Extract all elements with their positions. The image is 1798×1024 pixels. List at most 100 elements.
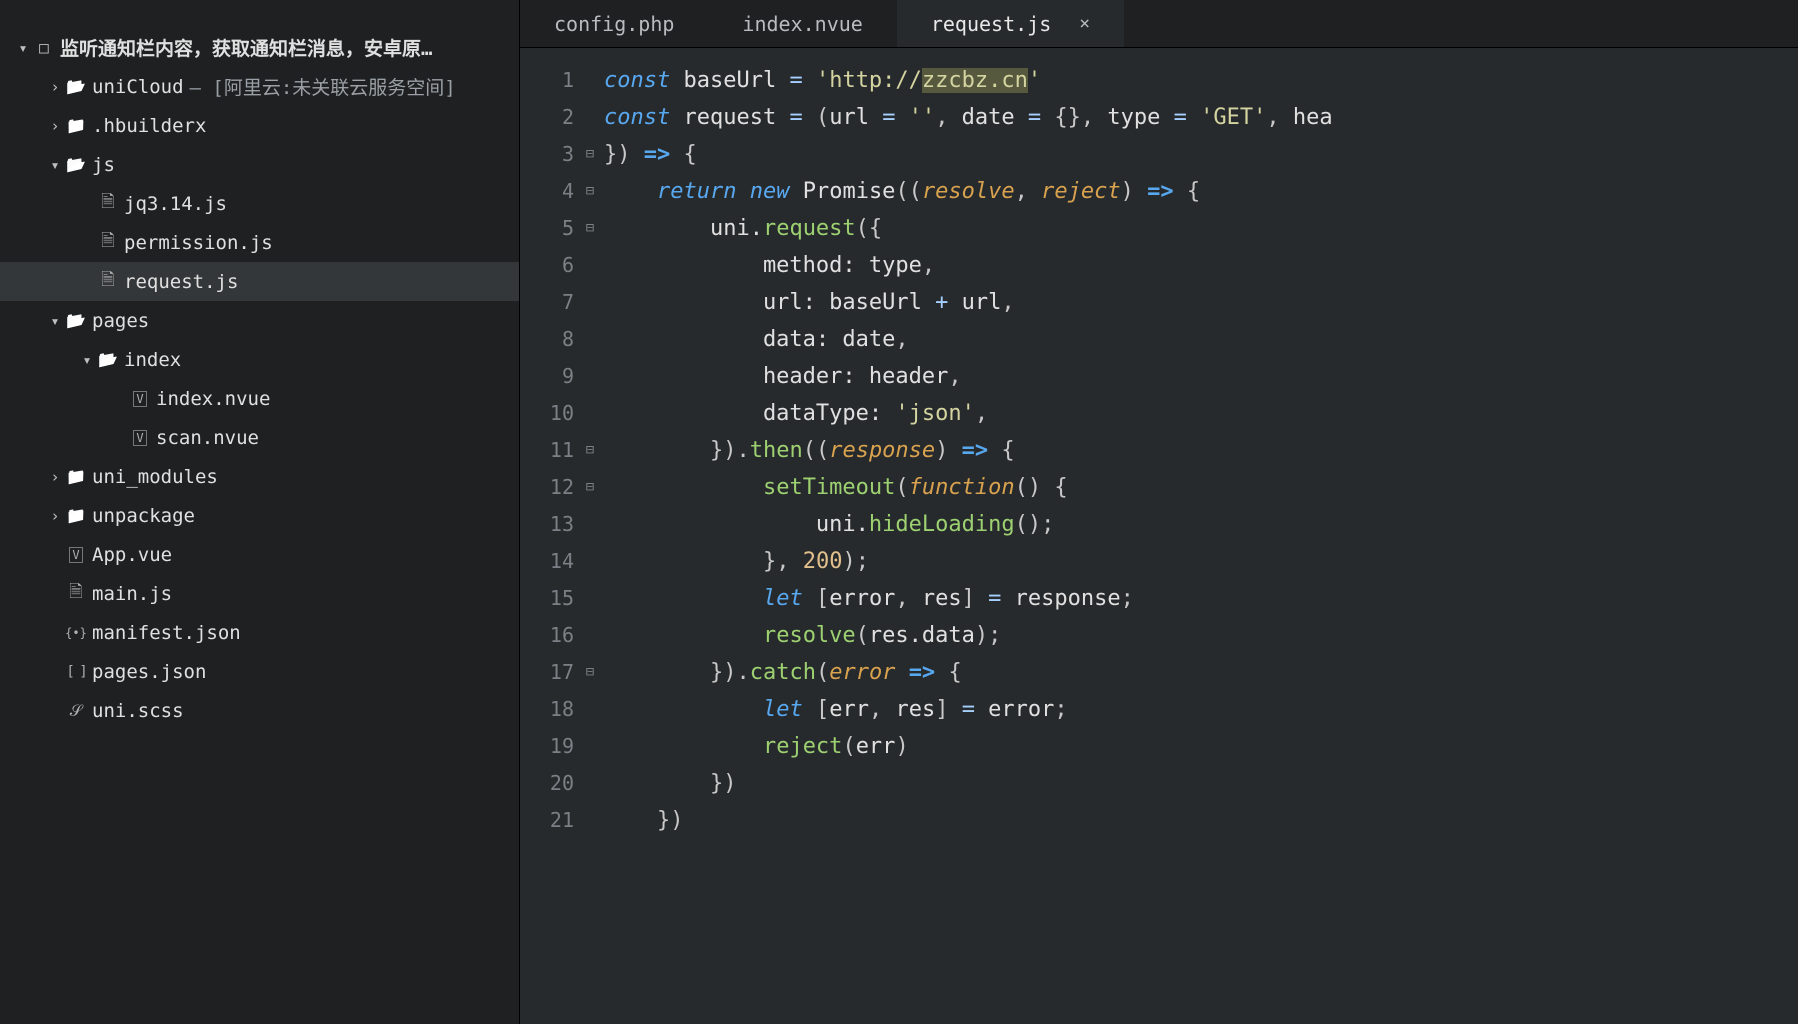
token-plain: type [1094, 105, 1173, 130]
project-root-row[interactable]: ▾ 监听通知栏内容，获取通知栏消息，安卓原… [0, 28, 519, 67]
token-plain: error [829, 586, 895, 611]
token-plain [789, 549, 802, 574]
token-punct: ; [1054, 697, 1067, 722]
close-icon[interactable]: × [1079, 13, 1090, 34]
token-method: request [763, 216, 856, 241]
code-line[interactable]: let [error, res] = response; [604, 580, 1798, 617]
tree-item-unicloud[interactable]: ›uniCloud– [阿里云:未关联云服务空间] [0, 67, 519, 106]
code-line[interactable]: setTimeout(function() { [604, 469, 1798, 506]
fold-marker[interactable]: ⊟ [580, 210, 600, 247]
token-punct: ( [842, 734, 855, 759]
token-plain: data: date [604, 327, 895, 352]
code-line[interactable]: return new Promise((resolve, reject) => … [604, 173, 1798, 210]
tree-item-manifest-json[interactable]: manifest.json [0, 613, 519, 652]
file-tree-sidebar[interactable]: ▾ 监听通知栏内容，获取通知栏消息，安卓原… ›uniCloud– [阿里云:未… [0, 0, 520, 1024]
tab-request-js[interactable]: request.js× [897, 0, 1124, 47]
code-line[interactable]: resolve(res.data); [604, 617, 1798, 654]
fold-marker [580, 617, 600, 654]
code-line[interactable]: const request = (url = '', date = {}, ty… [604, 99, 1798, 136]
app-root: ▾ 监听通知栏内容，获取通知栏消息，安卓原… ›uniCloud– [阿里云:未… [0, 0, 1798, 1024]
tree-item-label: uniCloud [92, 76, 184, 98]
token-punct: (); [1015, 512, 1055, 537]
tree-item-permission-js[interactable]: permission.js [0, 223, 519, 262]
tree-item-pages[interactable]: ▾pages [0, 301, 519, 340]
code-line[interactable]: data: date, [604, 321, 1798, 358]
code-line[interactable]: reject(err) [604, 728, 1798, 765]
line-number: 2 [520, 99, 580, 136]
tree-item-js[interactable]: ▾js [0, 145, 519, 184]
fold-marker[interactable]: ⊟ [580, 173, 600, 210]
folder-icon [62, 506, 90, 525]
tree-item-uni_modules[interactable]: ›uni_modules [0, 457, 519, 496]
code-line[interactable]: uni.hideLoading(); [604, 506, 1798, 543]
code-line[interactable]: method: type, [604, 247, 1798, 284]
token-plain [1041, 475, 1054, 500]
tree-item-pages-json[interactable]: pages.json [0, 652, 519, 691]
token-plain [604, 438, 710, 463]
tab-config-php[interactable]: config.php [520, 0, 708, 47]
token-punct: }) [710, 771, 737, 796]
fold-marker[interactable]: ⊟ [580, 654, 600, 691]
code-line[interactable]: }, 200); [604, 543, 1798, 580]
token-plain [604, 549, 763, 574]
code-area[interactable]: const baseUrl = 'http://zzcbz.cn'const r… [600, 48, 1798, 1024]
fold-marker[interactable]: ⊟ [580, 469, 600, 506]
token-plain: Promise [789, 179, 895, 204]
chevron-right-icon: › [48, 78, 62, 96]
token-op: = [988, 586, 1001, 611]
tree-item-index[interactable]: ▾index [0, 340, 519, 379]
tree-item-jq3-14-js[interactable]: jq3.14.js [0, 184, 519, 223]
token-plain [948, 438, 961, 463]
token-plain [604, 660, 710, 685]
code-line[interactable]: }) [604, 765, 1798, 802]
token-arrow: => [644, 142, 671, 167]
token-op: = [962, 697, 975, 722]
code-line[interactable]: uni.request({ [604, 210, 1798, 247]
fold-marker[interactable]: ⊟ [580, 136, 600, 173]
tree-item-scan-nvue[interactable]: scan.nvue [0, 418, 519, 457]
tree-item-label: index [124, 349, 181, 371]
tab-index-nvue[interactable]: index.nvue [708, 0, 896, 47]
token-method: setTimeout [763, 475, 895, 500]
code-line[interactable]: let [err, res] = error; [604, 691, 1798, 728]
code-line[interactable]: }).catch(error => { [604, 654, 1798, 691]
code-line[interactable]: const baseUrl = 'http://zzcbz.cn' [604, 62, 1798, 99]
tree-item-label: .hbuilderx [92, 115, 206, 137]
file-vue-icon [62, 547, 90, 563]
file-js-icon [62, 579, 90, 608]
tree-item-app-vue[interactable]: App.vue [0, 535, 519, 574]
tab-label: config.php [554, 12, 674, 36]
tree-item-unpackage[interactable]: ›unpackage [0, 496, 519, 535]
token-arrow: => [909, 660, 936, 685]
code-line[interactable]: }) => { [604, 136, 1798, 173]
line-number: 13 [520, 506, 580, 543]
code-line[interactable]: dataType: 'json', [604, 395, 1798, 432]
token-op: = [1028, 105, 1041, 130]
tree-item-uni-scss[interactable]: uni.scss [0, 691, 519, 730]
token-kw: const [604, 68, 670, 93]
token-kw: const [604, 105, 670, 130]
token-plain [1041, 105, 1054, 130]
file-vue-icon [126, 430, 154, 446]
token-str: ' [1028, 68, 1041, 93]
tree-item-index-nvue[interactable]: index.nvue [0, 379, 519, 418]
folder-icon [62, 116, 90, 135]
code-line[interactable]: url: baseUrl + url, [604, 284, 1798, 321]
token-punct: }) [604, 142, 631, 167]
code-line[interactable]: }).then((response) => { [604, 432, 1798, 469]
tree-item--hbuilderx[interactable]: ›.hbuilderx [0, 106, 519, 145]
fold-marker [580, 506, 600, 543]
token-plain [975, 586, 988, 611]
tree-item-main-js[interactable]: main.js [0, 574, 519, 613]
fold-column[interactable]: ⊟⊟⊟⊟⊟⊟ [580, 48, 600, 1024]
token-op: = [789, 105, 802, 130]
code-editor[interactable]: 123456789101112131415161718192021 ⊟⊟⊟⊟⊟⊟… [520, 48, 1798, 1024]
token-punct: ( [895, 475, 908, 500]
tree-item-request-js[interactable]: request.js [0, 262, 519, 301]
fold-marker[interactable]: ⊟ [580, 432, 600, 469]
code-line[interactable]: }) [604, 802, 1798, 839]
code-line[interactable]: header: header, [604, 358, 1798, 395]
token-paramI: function [909, 475, 1015, 500]
token-punct: {} [1054, 105, 1081, 130]
tree-item-label: jq3.14.js [124, 193, 227, 215]
